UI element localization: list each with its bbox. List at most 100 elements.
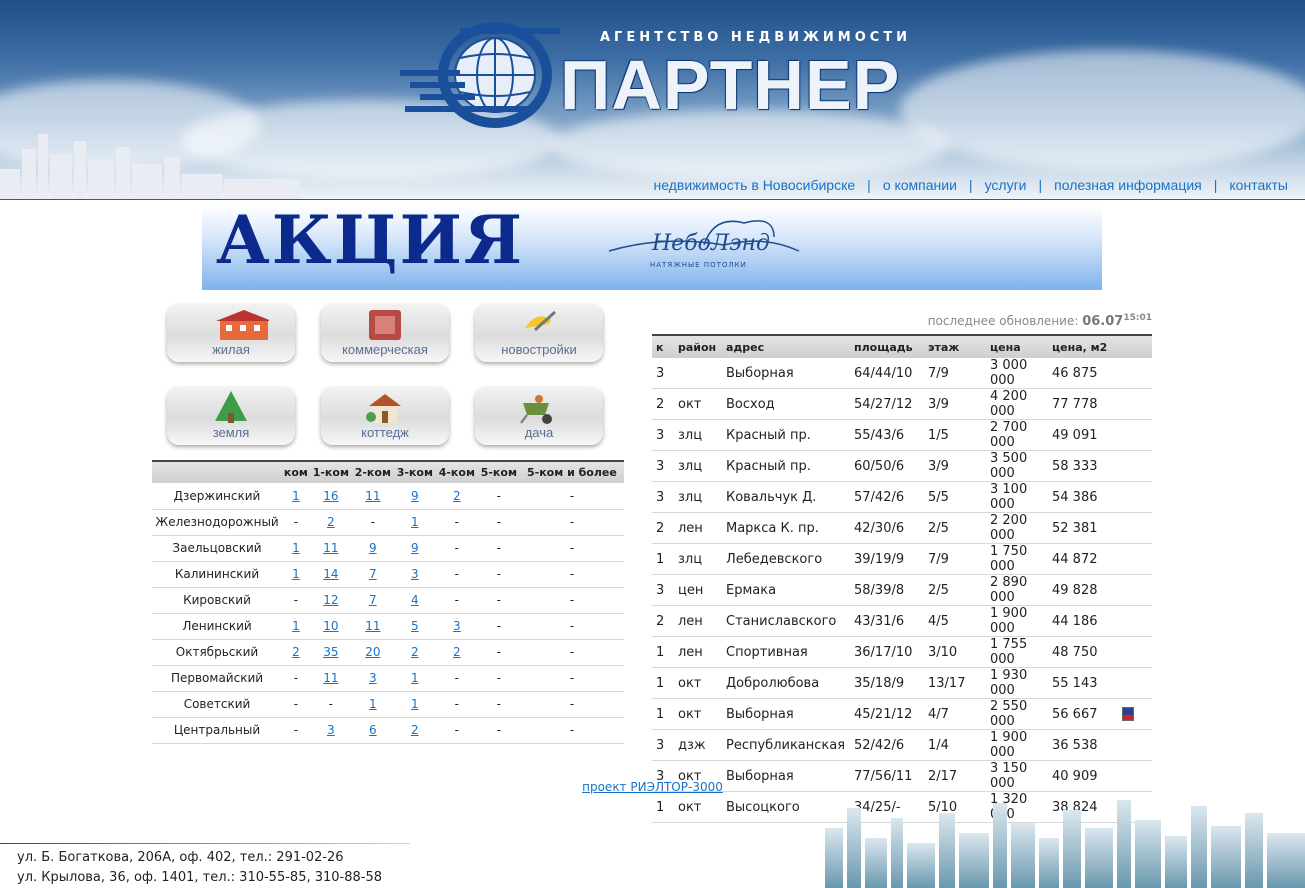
- listing-extra-cell: [1118, 512, 1152, 544]
- listing-cell: 3 000 000: [986, 358, 1048, 389]
- table-row: Дзержинский 1 16 11 9 2 - -: [152, 483, 624, 510]
- table-row[interactable]: 3 злц Ковальчук Д. 57/42/6 5/5 3 100 000 54 38…: [652, 481, 1152, 513]
- listing-cell: 43/31/6: [850, 605, 924, 637]
- nav-link-services[interactable]: услуги: [985, 177, 1027, 193]
- district-count-cell: -: [477, 613, 520, 640]
- category-button-dacha[interactable]: дача: [475, 387, 603, 445]
- listing-cell: 1: [652, 543, 674, 575]
- table-row[interactable]: 1 окт Добролюбова 35/18/9 13/17 1 930 000 55 1…: [652, 667, 1152, 699]
- table-row[interactable]: 3 дзж Республиканская 52/42/6 1/4 1 900 000 36…: [652, 729, 1152, 761]
- table-row[interactable]: 1 злц Лебедевского 39/19/9 7/9 1 750 000 44 87…: [652, 543, 1152, 575]
- table-row[interactable]: 3 злц Красный пр. 55/43/6 1/5 2 700 000 49 091: [652, 419, 1152, 451]
- district-count-link[interactable]: 2: [292, 645, 300, 659]
- district-count-link[interactable]: 35: [323, 645, 338, 659]
- district-count-link[interactable]: 1: [369, 697, 377, 711]
- district-count-link[interactable]: 3: [327, 723, 335, 737]
- category-button-land[interactable]: земля: [167, 387, 295, 445]
- district-count-link[interactable]: 12: [323, 593, 338, 607]
- district-count-link[interactable]: 7: [369, 567, 377, 581]
- project-link[interactable]: проект РИЭЛТОР-3000: [582, 780, 723, 794]
- nav-link-info[interactable]: полезная информация: [1054, 177, 1202, 193]
- district-count-cell: 2: [393, 639, 436, 666]
- listing-cell: 1: [652, 791, 674, 823]
- nav-link-realty[interactable]: недвижимость в Новосибирске: [654, 177, 856, 193]
- table-row[interactable]: 2 окт Восход 54/27/12 3/9 4 200 000 77 778: [652, 388, 1152, 420]
- district-table-header: ком 1-ком 2-ком 3-ком 4-ком 5-ком 5-ком и боле…: [152, 460, 624, 483]
- district-count-link[interactable]: 2: [411, 645, 419, 659]
- listing-cell: 4 200 000: [986, 388, 1048, 420]
- listing-extra-cell: [1118, 636, 1152, 668]
- listing-cell: 55 143: [1048, 667, 1118, 699]
- photo-flag-icon[interactable]: [1122, 707, 1134, 721]
- table-row: Октябрьский 2 35 20 2 2 - -: [152, 639, 624, 666]
- category-button-commercial[interactable]: коммерческая: [321, 304, 449, 362]
- listing-column-header: к: [652, 334, 674, 358]
- district-name: Первомайский: [152, 665, 282, 692]
- table-row[interactable]: 3 злц Красный пр. 60/50/6 3/9 3 500 000 58 333: [652, 450, 1152, 482]
- district-count-link[interactable]: 1: [292, 567, 300, 581]
- last-updated: последнее обновление: 06.0715:01: [652, 313, 1152, 329]
- district-count-link[interactable]: 6: [369, 723, 377, 737]
- district-count-link[interactable]: 14: [323, 567, 338, 581]
- footer-divider: [0, 843, 410, 844]
- listing-cell: Республиканская: [722, 729, 850, 761]
- district-count-link[interactable]: 3: [369, 671, 377, 685]
- district-count-cell: 3: [351, 665, 394, 692]
- listing-cell: Выборная: [722, 698, 850, 730]
- last-updated-time: 15:01: [1123, 313, 1152, 323]
- district-count-link[interactable]: 11: [365, 619, 380, 633]
- nav-link-contacts[interactable]: контакты: [1229, 177, 1288, 193]
- district-count-link[interactable]: 5: [411, 619, 419, 633]
- district-count-link[interactable]: 2: [327, 515, 335, 529]
- district-count-link[interactable]: 1: [292, 541, 300, 555]
- table-row[interactable]: 1 окт Выборная 45/21/12 4/7 2 550 000 56 667: [652, 698, 1152, 730]
- listing-column-header: адрес: [722, 334, 850, 358]
- district-count-link[interactable]: 2: [453, 489, 461, 503]
- district-count-link[interactable]: 4: [411, 593, 419, 607]
- district-count-cell: 9: [393, 535, 436, 562]
- category-button-residential[interactable]: жилая: [167, 304, 295, 362]
- district-count-cell: 2: [309, 509, 352, 536]
- category-button-cottage[interactable]: коттедж: [321, 387, 449, 445]
- table-row: Кировский -12 7 4- - -: [152, 587, 624, 614]
- district-count-cell: 14: [309, 561, 352, 588]
- district-count-link[interactable]: 3: [453, 619, 461, 633]
- listing-cell: 7/9: [924, 358, 986, 389]
- district-count-cell: -: [519, 587, 624, 614]
- district-count-link[interactable]: 11: [323, 671, 338, 685]
- district-column-header: 2-ком: [351, 460, 394, 483]
- district-count-link[interactable]: 10: [323, 619, 338, 633]
- district-count-link[interactable]: 1: [411, 515, 419, 529]
- district-count-link[interactable]: 9: [411, 541, 419, 555]
- district-count-link[interactable]: 16: [323, 489, 338, 503]
- district-count-link[interactable]: 9: [411, 489, 419, 503]
- district-count-link[interactable]: 1: [411, 671, 419, 685]
- district-count-link[interactable]: 1: [411, 697, 419, 711]
- district-count-link[interactable]: 11: [323, 541, 338, 555]
- district-count-link[interactable]: 9: [369, 541, 377, 555]
- table-row[interactable]: 3 цен Ермака 58/39/8 2/5 2 890 000 49 828: [652, 574, 1152, 606]
- table-row[interactable]: 2 лен Маркса К. пр. 42/30/6 2/5 2 200 000 52 3…: [652, 512, 1152, 544]
- promo-banner[interactable]: АКЦИЯ НебоЛэнд НАТЯЖНЫЕ ПОТОЛКИ: [202, 205, 1102, 290]
- district-count-link[interactable]: 20: [365, 645, 380, 659]
- district-count-link[interactable]: 2: [453, 645, 461, 659]
- table-row[interactable]: 3 Выборная 64/44/10 7/9 3 000 000 46 875: [652, 358, 1152, 389]
- category-button-newbuildings[interactable]: новостройки: [475, 304, 603, 362]
- listing-cell: 4/5: [924, 605, 986, 637]
- district-count-link[interactable]: 1: [292, 619, 300, 633]
- listing-cell: 48 750: [1048, 636, 1118, 668]
- district-count-link[interactable]: 3: [411, 567, 419, 581]
- listing-cell: 1: [652, 667, 674, 699]
- district-count-cell: 3: [309, 717, 352, 744]
- district-count-link[interactable]: 1: [292, 489, 300, 503]
- district-count-cell: -: [309, 691, 352, 718]
- table-row[interactable]: 2 лен Станиславского 43/31/6 4/5 1 900 000 44 …: [652, 605, 1152, 637]
- district-count-link[interactable]: 2: [411, 723, 419, 737]
- district-count-link[interactable]: 11: [365, 489, 380, 503]
- table-row[interactable]: 1 лен Спортивная 36/17/10 3/10 1 755 000 48 75…: [652, 636, 1152, 668]
- district-count-link[interactable]: 7: [369, 593, 377, 607]
- district-column-header: [152, 460, 282, 483]
- district-count-cell: -: [519, 691, 624, 718]
- nav-link-about[interactable]: о компании: [883, 177, 957, 193]
- logo[interactable]: АГЕНТСТВО НЕДВИЖИМОСТИ ПАРТНЕР: [400, 20, 920, 140]
